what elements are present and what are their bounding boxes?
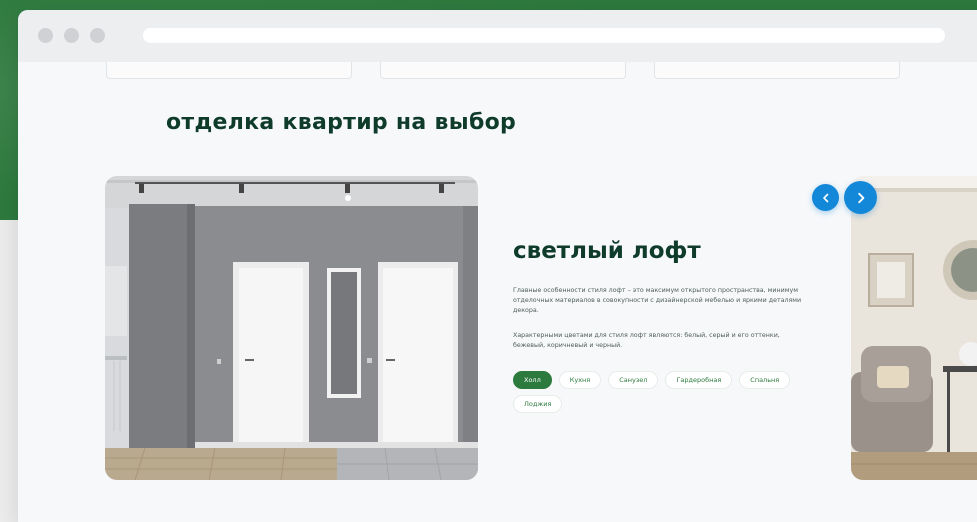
browser-titlebar bbox=[18, 10, 977, 62]
slide-description: Характерными цветами для стиля лофт явля… bbox=[513, 332, 780, 349]
slide-photo-hallway bbox=[105, 176, 478, 480]
window-dot-icon bbox=[38, 28, 53, 43]
slide-title: светлый лофт bbox=[513, 238, 701, 264]
tab-bathroom[interactable]: Санузел bbox=[608, 371, 659, 389]
section-heading: отделка квартир на выбор bbox=[166, 110, 517, 135]
carousel-next-button[interactable] bbox=[844, 181, 877, 214]
chevron-right-icon bbox=[857, 192, 864, 203]
tab-loggia[interactable]: Лоджия bbox=[513, 395, 563, 413]
card-bottom-edge bbox=[654, 62, 900, 79]
tab-bedroom[interactable]: Спальня bbox=[739, 371, 791, 389]
window-dot-icon bbox=[90, 28, 105, 43]
hallway-image bbox=[105, 176, 478, 480]
next-slide-photo[interactable] bbox=[851, 176, 977, 480]
browser-window: отделка квартир на выбор светлый лофт Гл… bbox=[18, 10, 977, 522]
chevron-left-icon bbox=[822, 193, 828, 202]
address-bar[interactable] bbox=[143, 28, 945, 43]
room-tabs: Холл Кухня Санузел Гардеробная Спальня Л… bbox=[513, 371, 813, 413]
card-bottom-edge bbox=[380, 62, 626, 79]
window-dot-icon bbox=[64, 28, 79, 43]
living-room-image bbox=[851, 176, 977, 480]
card-bottom-edge bbox=[106, 62, 352, 79]
carousel-prev-button[interactable] bbox=[812, 184, 839, 211]
tab-wardrobe[interactable]: Гардеробная bbox=[665, 371, 733, 389]
tab-kitchen[interactable]: Кухня bbox=[558, 371, 602, 389]
slide-description: Главные особенности стиля лофт – это мак… bbox=[513, 287, 802, 314]
tab-hall[interactable]: Холл bbox=[513, 371, 552, 389]
